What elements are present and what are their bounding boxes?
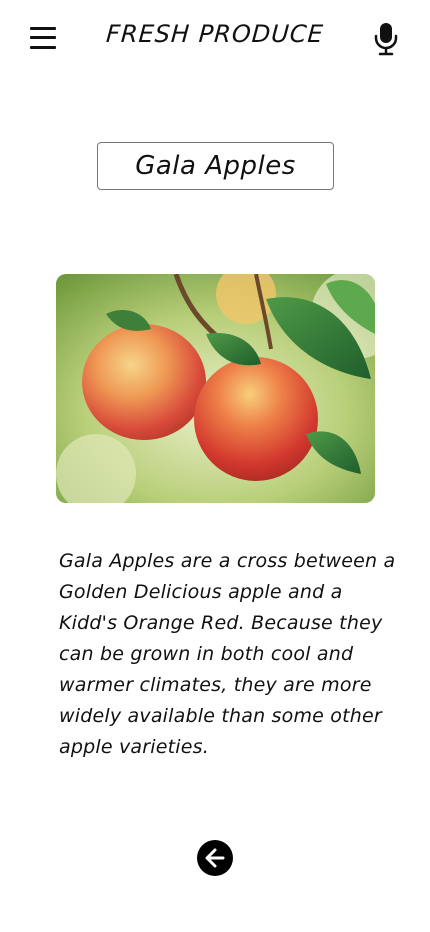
app-header: FRESH PRODUCE [0,0,430,76]
arrow-left-icon [205,848,225,868]
product-title-box: Gala Apples [97,142,334,190]
product-title: Gala Apples [135,151,296,181]
app-title: FRESH PRODUCE [105,20,325,48]
hamburger-menu-icon[interactable] [28,24,58,52]
back-button[interactable] [197,840,233,876]
microphone-icon[interactable] [371,22,401,56]
product-description: Gala Apples are a cross between a Golden… [59,550,396,758]
product-detail-page: FRESH PRODUCE Gala Apples Gala Apples ar… [0,0,430,932]
product-image [56,274,375,503]
